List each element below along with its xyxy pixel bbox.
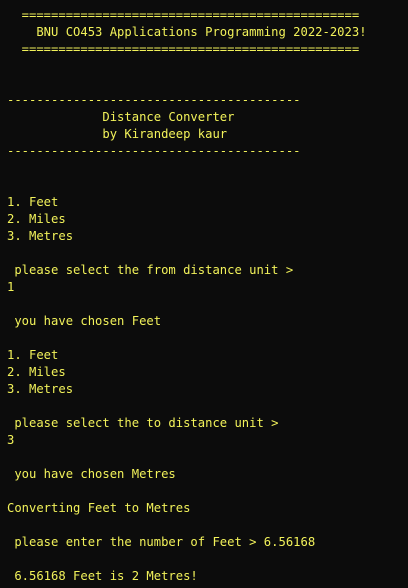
console-line: 6.56168 Feet is 2 Metres! [7,569,198,583]
console-line: ---------------------------------------- [7,144,301,158]
console-line: please enter the number of Feet > 6.5616… [7,535,316,549]
console-line: you have chosen Metres [7,467,176,481]
console-line: please select the to distance unit > [7,416,279,430]
console-line: ========================================… [7,8,360,22]
console-line: please select the from distance unit > [7,263,294,277]
console-line: you have chosen Feet [7,314,162,328]
console-line: 2. Miles [7,212,66,226]
console-line: 1. Feet [7,348,59,362]
console-line: 3. Metres [7,229,74,243]
console-line: 1. Feet [7,195,59,209]
console-line: ========================================… [7,42,360,56]
console-line: ---------------------------------------- [7,93,301,107]
console-line: Distance Converter [7,110,235,124]
console-output: ========================================… [0,0,408,588]
console-line: 1 [7,280,15,294]
console-line: Converting Feet to Metres [7,501,191,515]
console-line: 2. Miles [7,365,66,379]
console-line: BNU CO453 Applications Programming 2022-… [7,25,367,39]
console-line: 3. Metres [7,382,74,396]
console-line: by Kirandeep kaur [7,127,228,141]
console-line: 3 [7,433,15,447]
